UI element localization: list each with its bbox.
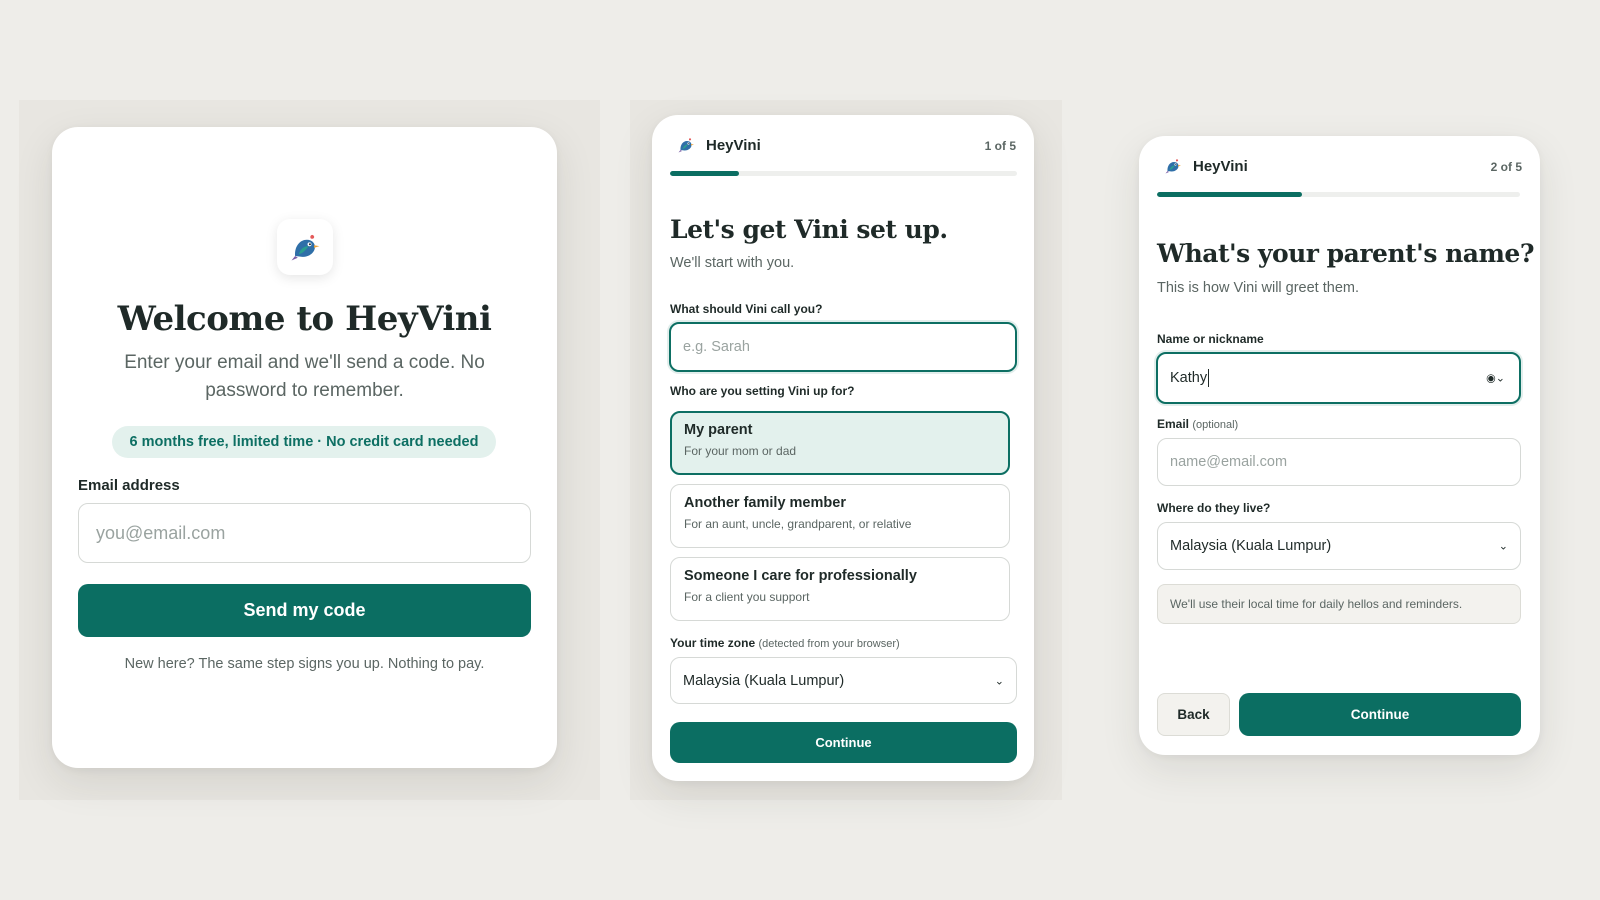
bird-logo-icon (287, 229, 323, 265)
option-title: Another family member (684, 495, 846, 511)
logo-tile (277, 219, 333, 275)
email-hint: (optional) (1192, 419, 1239, 431)
continue-button[interactable]: Continue (1239, 693, 1521, 736)
signup-note: New here? The same step signs you up. No… (124, 656, 485, 672)
page-subtitle: We'll start with you. (670, 255, 795, 271)
location-value: Malaysia (Kuala Lumpur) (1170, 538, 1332, 554)
option-title: Someone I care for professionally (684, 568, 917, 584)
progress-fill (670, 171, 740, 176)
option-family-member[interactable]: Another family member For an aunt, uncle… (670, 484, 1010, 548)
progress-bar (670, 171, 1017, 176)
option-description: For your mom or dad (684, 444, 797, 458)
bird-logo-icon (1163, 156, 1183, 176)
brand: HeyVini (676, 135, 761, 155)
name-label: Name or nickname (1157, 332, 1264, 346)
option-title: My parent (684, 422, 753, 438)
name-field[interactable]: Kathy ◉⌄ (1156, 352, 1521, 404)
setup-step2-card: HeyVini 2 of 5 What's your parent's name… (1139, 136, 1540, 755)
progress-bar (1157, 192, 1520, 197)
step-indicator: 2 of 5 (1490, 160, 1522, 174)
timezone-hint: (detected from your browser) (758, 638, 900, 650)
brand: HeyVini (1163, 156, 1248, 176)
chevron-down-icon: ⌄ (994, 675, 1004, 687)
location-label: Where do they live? (1157, 501, 1271, 515)
email-label-text: Email (1157, 417, 1190, 431)
option-description: For a client you support (684, 590, 810, 604)
page-subtitle: This is how Vini will greet them. (1157, 280, 1360, 296)
page-title: What's your parent's name? (1157, 239, 1534, 268)
email-placeholder: name@email.com (1170, 454, 1288, 470)
email-label: Email address (78, 477, 180, 494)
send-code-button[interactable]: Send my code (78, 584, 531, 637)
info-note-text: We'll use their local time for daily hel… (1170, 597, 1463, 611)
timezone-select[interactable]: Malaysia (Kuala Lumpur) ⌄ (670, 657, 1017, 704)
timezone-value: Malaysia (Kuala Lumpur) (683, 672, 845, 689)
email-label: Email (optional) (1157, 417, 1238, 431)
timezone-label-text: Your time zone (670, 636, 756, 650)
back-button[interactable]: Back (1157, 693, 1230, 736)
progress-fill (1157, 192, 1303, 197)
email-placeholder: you@email.com (96, 522, 226, 543)
contact-autofill-icon[interactable]: ◉⌄ (1486, 372, 1505, 385)
text-cursor (1208, 369, 1210, 387)
login-card: Welcome to HeyVini Enter your email and … (52, 127, 557, 768)
setup-step1-card: HeyVini 1 of 5 Let's get Vini set up. We… (652, 115, 1034, 781)
timezone-info-note: We'll use their local time for daily hel… (1157, 584, 1521, 624)
email-field[interactable]: you@email.com (78, 503, 531, 563)
option-professional-care[interactable]: Someone I care for professionally For a … (670, 557, 1010, 621)
option-description: For an aunt, uncle, grandparent, or rela… (684, 517, 912, 531)
name-value: Kathy (1170, 370, 1208, 386)
brand-name: HeyVini (706, 136, 761, 154)
continue-button[interactable]: Continue (670, 722, 1017, 763)
location-select[interactable]: Malaysia (Kuala Lumpur) ⌄ (1157, 522, 1521, 570)
email-field[interactable]: name@email.com (1157, 438, 1521, 486)
who-label: Who are you setting Vini up for? (670, 384, 855, 398)
promo-badge: 6 months free, limited time · No credit … (112, 426, 496, 458)
bird-logo-icon (676, 135, 696, 155)
step-indicator: 1 of 5 (984, 139, 1016, 153)
name-placeholder: e.g. Sarah (683, 339, 750, 355)
name-field[interactable]: e.g. Sarah (669, 322, 1017, 372)
brand-name: HeyVini (1193, 157, 1248, 175)
chevron-down-icon: ⌄ (1498, 540, 1508, 553)
page-title: Let's get Vini set up. (670, 215, 948, 244)
login-subtitle: Enter your email and we'll send a code. … (124, 352, 485, 401)
name-label: What should Vini call you? (670, 302, 823, 316)
timezone-label: Your time zone (detected from your brows… (670, 636, 900, 650)
login-title: Welcome to HeyVini (117, 299, 492, 339)
option-my-parent[interactable]: My parent For your mom or dad (670, 411, 1010, 475)
